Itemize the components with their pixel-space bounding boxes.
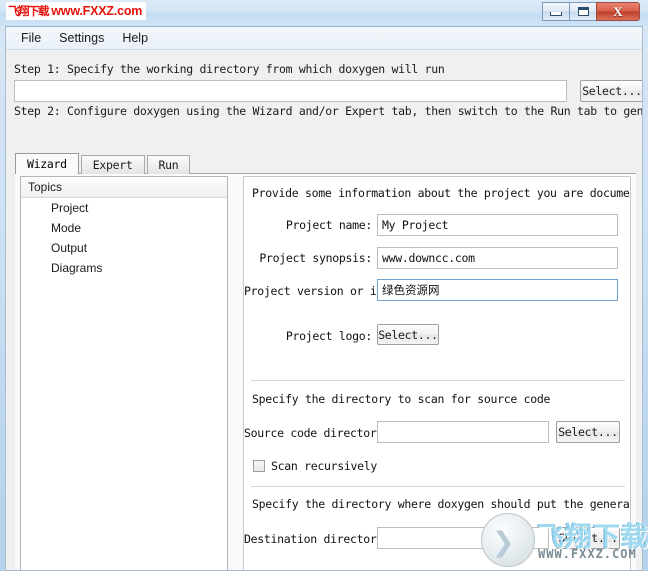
topic-item-diagrams[interactable]: Diagrams <box>21 258 227 278</box>
divider-destination <box>251 486 625 487</box>
topic-item-mode[interactable]: Mode <box>21 218 227 238</box>
project-name-label: Project name: <box>285 218 372 232</box>
working-directory-select-button[interactable]: Select... <box>580 80 642 102</box>
menu-bar: File Settings Help <box>6 27 642 50</box>
destination-directory-select-button[interactable]: Select... <box>556 527 620 549</box>
destination-section-text: Specify the directory where doxygen shou… <box>252 497 630 511</box>
source-directory-input[interactable] <box>377 421 549 443</box>
project-section-text: Provide some information about the proje… <box>252 186 631 200</box>
wizard-tab-panel: Topics Project Mode Output Diagrams Prov… <box>15 173 636 570</box>
project-version-input[interactable] <box>377 279 618 301</box>
tab-wizard[interactable]: Wizard <box>15 153 79 174</box>
window-controls: X <box>542 2 640 22</box>
content-area: Step 1: Specify the working directory fr… <box>6 50 642 570</box>
project-logo-label: Project logo: <box>285 329 372 343</box>
close-button[interactable]: X <box>596 2 640 21</box>
app-root: nd + 飞翔下载 www.FXXZ.com X File <box>0 0 648 571</box>
window-frame: nd + 飞翔下载 www.FXXZ.com X File <box>0 0 648 571</box>
scan-recursively-label: Scan recursively <box>271 459 377 473</box>
client-area: File Settings Help Step 1: Specify the w… <box>5 26 643 571</box>
divider-source <box>251 380 625 381</box>
title-watermark-cn: 飞翔下载 <box>8 4 50 18</box>
topics-header: Topics <box>21 177 227 198</box>
title-watermark: 飞翔下载 www.FXXZ.com <box>6 2 147 20</box>
source-directory-select-button[interactable]: Select... <box>556 421 620 443</box>
destination-directory-input[interactable] <box>377 527 549 549</box>
working-directory-input[interactable] <box>14 80 567 102</box>
topics-panel: Topics Project Mode Output Diagrams <box>20 176 228 570</box>
close-icon: X <box>613 4 623 19</box>
menu-item-help[interactable]: Help <box>113 29 157 47</box>
tab-expert[interactable]: Expert <box>80 155 145 174</box>
project-synopsis-label: Project synopsis: <box>259 251 372 265</box>
working-directory-row: Select... <box>14 80 642 102</box>
source-directory-label: Source code directory: <box>244 426 390 440</box>
wizard-project-pane: Provide some information about the proje… <box>243 176 631 570</box>
minimize-button[interactable] <box>542 2 570 21</box>
maximize-button[interactable] <box>569 2 597 21</box>
project-name-input[interactable] <box>377 214 618 236</box>
menu-item-file[interactable]: File <box>12 29 50 47</box>
scan-recursively-row[interactable]: Scan recursively <box>253 459 377 473</box>
tab-bar: Wizard Expert Run <box>15 153 192 174</box>
project-version-label: Project version or id: <box>244 284 390 298</box>
destination-directory-label: Destination directory: <box>244 532 390 546</box>
tab-run[interactable]: Run <box>146 155 191 174</box>
maximize-icon <box>577 7 589 16</box>
step2-label: Step 2: Configure doxygen using the Wiza… <box>14 104 643 118</box>
minimize-icon <box>550 12 562 16</box>
topic-item-project[interactable]: Project <box>21 198 227 218</box>
title-bar[interactable]: nd + 飞翔下载 www.FXXZ.com X <box>0 0 648 26</box>
project-logo-select-button[interactable]: Select... <box>377 324 439 345</box>
title-watermark-url: www.FXXZ.com <box>51 4 143 18</box>
step1-label: Step 1: Specify the working directory fr… <box>14 62 445 76</box>
project-synopsis-input[interactable] <box>377 247 618 269</box>
source-section-text: Specify the directory to scan for source… <box>252 392 551 406</box>
scan-recursively-checkbox[interactable] <box>253 460 265 472</box>
menu-item-settings[interactable]: Settings <box>50 29 113 47</box>
topic-item-output[interactable]: Output <box>21 238 227 258</box>
